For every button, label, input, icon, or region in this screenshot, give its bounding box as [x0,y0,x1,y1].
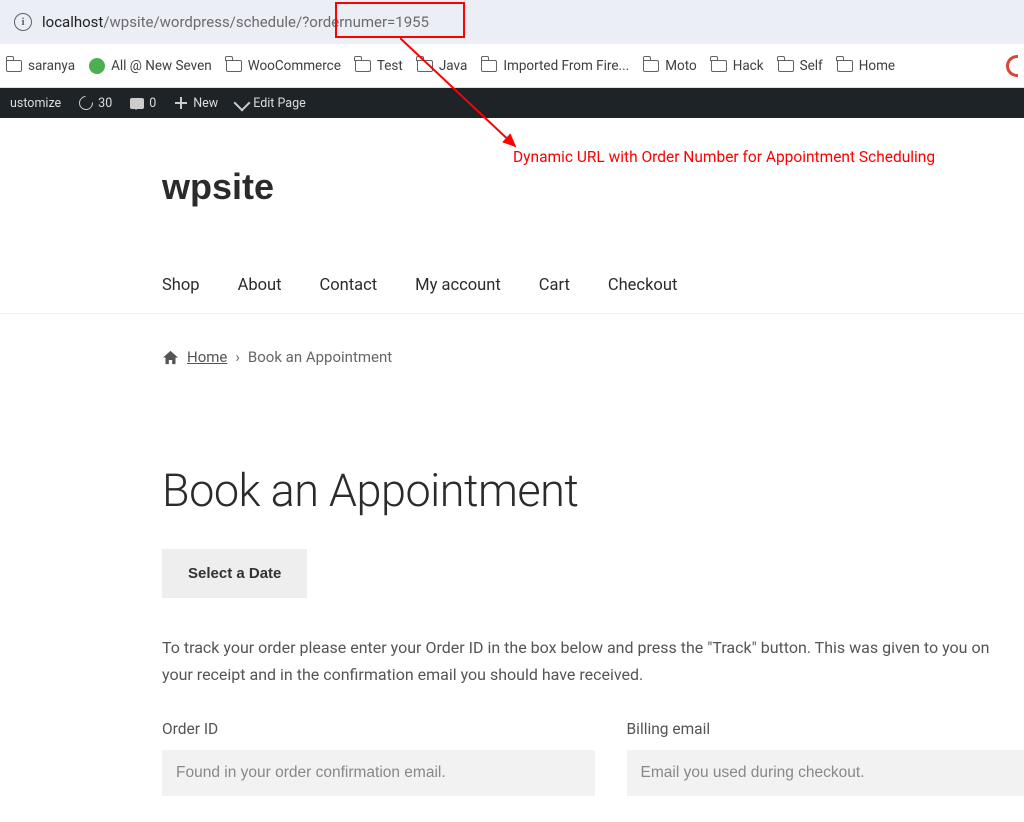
page-body: wpsite Shop About Contact My account Car… [0,118,1024,822]
select-date-button[interactable]: Select a Date [162,549,307,598]
bookmark-item[interactable]: Imported From Fire... [481,58,629,74]
url-text[interactable]: localhost/wpsite/wordpress/schedule/?ord… [42,13,429,31]
nav-contact[interactable]: Contact [320,258,378,313]
track-intro-text: To track your order please enter your Or… [162,634,1012,688]
bookmark-item[interactable]: Java [417,58,467,74]
admin-edit-page-link[interactable]: Edit Page [236,96,306,111]
main-nav: Shop About Contact My account Cart Check… [0,258,1024,314]
home-icon [162,350,179,365]
bookmark-item[interactable]: Moto [643,58,696,74]
folder-icon [6,60,22,72]
billing-email-label: Billing email [627,720,1024,738]
browser-url-bar[interactable]: i localhost/wpsite/wordpress/schedule/?o… [0,0,1024,44]
bookmark-item[interactable]: Test [355,58,403,74]
order-id-label: Order ID [162,720,595,738]
bookmark-item[interactable]: Hack [711,58,764,74]
folder-icon [837,60,853,72]
folder-icon [417,60,433,72]
overflow-icon[interactable] [1006,55,1018,77]
folder-icon [711,60,727,72]
site-info-icon[interactable]: i [14,13,32,31]
billing-email-input[interactable] [627,750,1024,796]
site-title[interactable]: wpsite [162,166,1024,208]
nav-my-account[interactable]: My account [415,258,501,313]
nav-shop[interactable]: Shop [162,258,200,313]
comment-icon [130,98,144,109]
folder-icon [778,60,794,72]
page-title: Book an Appointment [162,464,1024,517]
folder-icon [643,60,659,72]
breadcrumb-current: Book an Appointment [248,348,392,366]
nav-checkout[interactable]: Checkout [608,258,677,313]
nav-cart[interactable]: Cart [539,258,570,313]
folder-icon [226,60,242,72]
pencil-icon [234,95,251,112]
folder-icon [355,60,371,72]
admin-customize-link[interactable]: ustomize [10,96,61,111]
bookmarks-bar: saranya All @ New Seven WooCommerce Test… [0,44,1024,88]
site-favicon-icon [89,58,105,74]
wp-admin-bar: ustomize 30 0 New Edit Page [0,88,1024,118]
admin-updates-link[interactable]: 30 [79,96,112,111]
bookmark-item[interactable]: WooCommerce [226,58,341,74]
bookmark-item[interactable]: Home [837,58,895,74]
bookmark-item[interactable]: saranya [6,58,75,74]
breadcrumb-separator: › [235,348,240,366]
refresh-icon [76,93,96,113]
nav-about[interactable]: About [238,258,282,313]
bookmark-item[interactable]: All @ New Seven [89,58,212,74]
admin-comments-link[interactable]: 0 [130,96,156,111]
breadcrumb-home-link[interactable]: Home [187,348,227,366]
breadcrumb: Home › Book an Appointment [162,348,1024,366]
order-id-input[interactable] [162,750,595,796]
order-track-form: Order ID Billing email [162,720,1024,796]
plus-icon [174,96,188,110]
admin-new-link[interactable]: New [174,96,218,111]
bookmark-item[interactable]: Self [778,58,823,74]
folder-icon [481,60,497,72]
